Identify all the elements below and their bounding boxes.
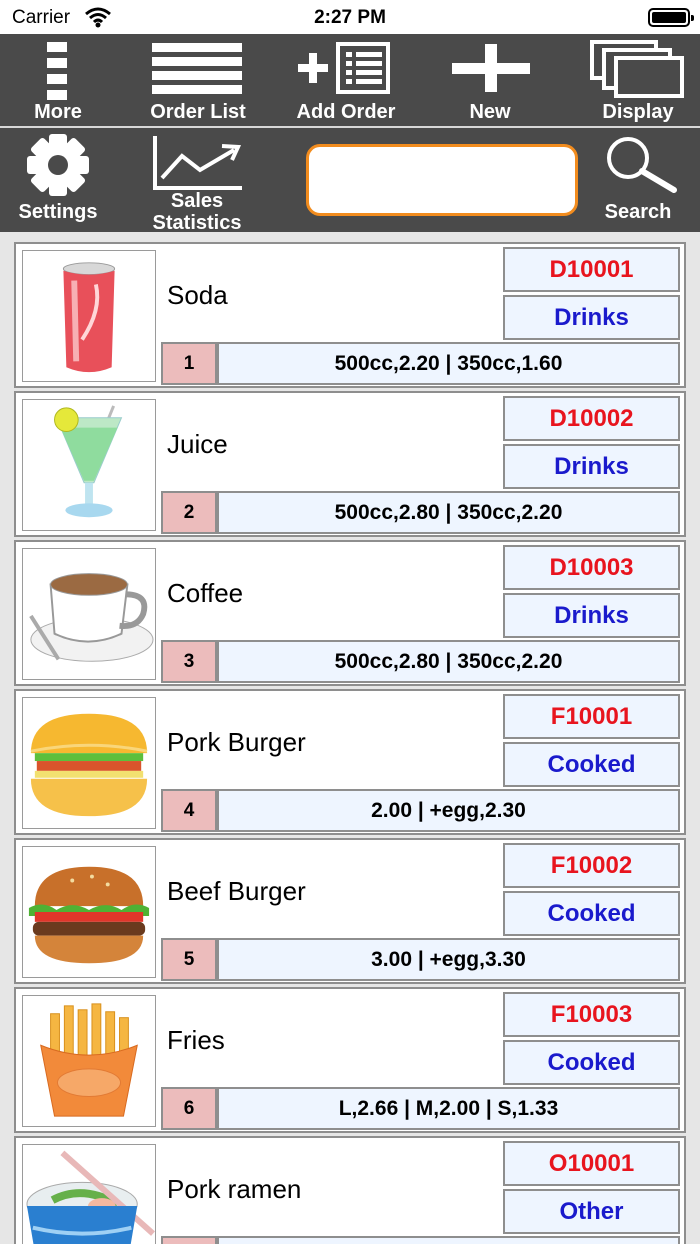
product-prices[interactable]: 2.00 | +egg,2.30 (217, 789, 680, 832)
product-code[interactable]: O10001 (503, 1141, 680, 1186)
product-prices[interactable]: 500cc,2.80 | 350cc,2.20 (217, 640, 680, 683)
display-label: Display (602, 101, 674, 123)
product-name: Soda (167, 280, 228, 310)
product-card[interactable]: Pork ramen O10001 Other 7 (14, 1136, 686, 1244)
add-order-label: Add Order (296, 101, 396, 123)
plus-icon (452, 44, 530, 92)
search-label: Search (604, 201, 672, 223)
status-bar: Carrier 2:27 PM (0, 0, 700, 34)
add-order-icon (298, 42, 390, 94)
more-button[interactable]: More (0, 34, 116, 126)
more-label: More (34, 101, 82, 123)
search-input[interactable] (306, 144, 578, 216)
product-number[interactable]: 3 (161, 640, 217, 683)
order-list-button[interactable]: Order List (138, 34, 258, 126)
product-category[interactable]: Drinks (503, 444, 680, 489)
sales-label-line2: Statistics (152, 212, 242, 234)
pork-burger-icon (22, 697, 156, 829)
product-category[interactable]: Cooked (503, 742, 680, 787)
product-number[interactable]: 5 (161, 938, 217, 981)
product-code[interactable]: D10001 (503, 247, 680, 292)
product-code[interactable]: D10002 (503, 396, 680, 441)
product-code[interactable]: F10003 (503, 992, 680, 1037)
product-number[interactable]: 7 (161, 1236, 217, 1244)
product-card[interactable]: Pork Burger F10001 Cooked 4 2.00 | +egg,… (14, 689, 686, 835)
search-button[interactable]: Search (592, 128, 684, 232)
product-name: Pork ramen (167, 1174, 302, 1204)
top-toolbar: More Order List Add Order New Display (0, 34, 700, 126)
secondary-toolbar: Settings Sales Statistics Search (0, 128, 700, 234)
battery-icon (648, 8, 694, 27)
product-prices[interactable]: L,2.66 | M,2.00 | S,1.33 (217, 1087, 680, 1130)
product-prices[interactable] (217, 1236, 680, 1244)
product-card[interactable]: Coffee D10003 Drinks 3 500cc,2.80 | 350c… (14, 540, 686, 686)
product-prices[interactable]: 500cc,2.20 | 350cc,1.60 (217, 342, 680, 385)
settings-button[interactable]: Settings (0, 128, 116, 232)
beef-burger-icon (22, 846, 156, 978)
product-category[interactable]: Cooked (503, 1040, 680, 1085)
product-list[interactable]: Soda D10001 Drinks 1 500cc,2.20 | 350cc,… (14, 242, 686, 1244)
new-button[interactable]: New (440, 34, 540, 126)
product-category[interactable]: Other (503, 1189, 680, 1234)
product-prices[interactable]: 3.00 | +egg,3.30 (217, 938, 680, 981)
display-windows-icon (590, 40, 684, 98)
coffee-cup-icon (22, 548, 156, 680)
line-chart-icon (153, 136, 242, 190)
product-name: Fries (167, 1025, 225, 1055)
product-name: Coffee (167, 578, 244, 608)
list-icon (152, 43, 242, 94)
product-code[interactable]: D10003 (503, 545, 680, 590)
fries-icon (22, 995, 156, 1127)
product-name: Beef Burger (167, 876, 306, 906)
product-prices[interactable]: 500cc,2.80 | 350cc,2.20 (217, 491, 680, 534)
settings-label: Settings (18, 201, 98, 223)
product-name: Juice (167, 429, 228, 459)
status-time: 2:27 PM (314, 7, 386, 28)
soda-can-icon (22, 250, 156, 382)
sales-statistics-button[interactable]: Sales Statistics (138, 128, 256, 234)
display-button[interactable]: Display (584, 34, 692, 126)
order-list-label: Order List (150, 101, 246, 123)
product-number[interactable]: 6 (161, 1087, 217, 1130)
juice-glass-icon (22, 399, 156, 531)
gear-icon (27, 134, 89, 196)
product-code[interactable]: F10002 (503, 843, 680, 888)
product-card[interactable]: Juice D10002 Drinks 2 500cc,2.80 | 350cc… (14, 391, 686, 537)
product-code[interactable]: F10001 (503, 694, 680, 739)
more-icon (47, 42, 67, 100)
product-category[interactable]: Drinks (503, 593, 680, 638)
product-category[interactable]: Drinks (503, 295, 680, 340)
product-card[interactable]: Fries F10003 Cooked 6 L,2.66 | M,2.00 | … (14, 987, 686, 1133)
product-category[interactable]: Cooked (503, 891, 680, 936)
new-label: New (469, 101, 511, 123)
product-number[interactable]: 2 (161, 491, 217, 534)
add-order-button[interactable]: Add Order (286, 34, 406, 126)
product-number[interactable]: 1 (161, 342, 217, 385)
magnifier-icon (607, 137, 677, 193)
ramen-bowl-icon (22, 1144, 156, 1244)
product-number[interactable]: 4 (161, 789, 217, 832)
product-card[interactable]: Soda D10001 Drinks 1 500cc,2.20 | 350cc,… (14, 242, 686, 388)
product-name: Pork Burger (167, 727, 306, 757)
product-card[interactable]: Beef Burger F10002 Cooked 5 3.00 | +egg,… (14, 838, 686, 984)
sales-label-line1: Sales (170, 190, 224, 212)
